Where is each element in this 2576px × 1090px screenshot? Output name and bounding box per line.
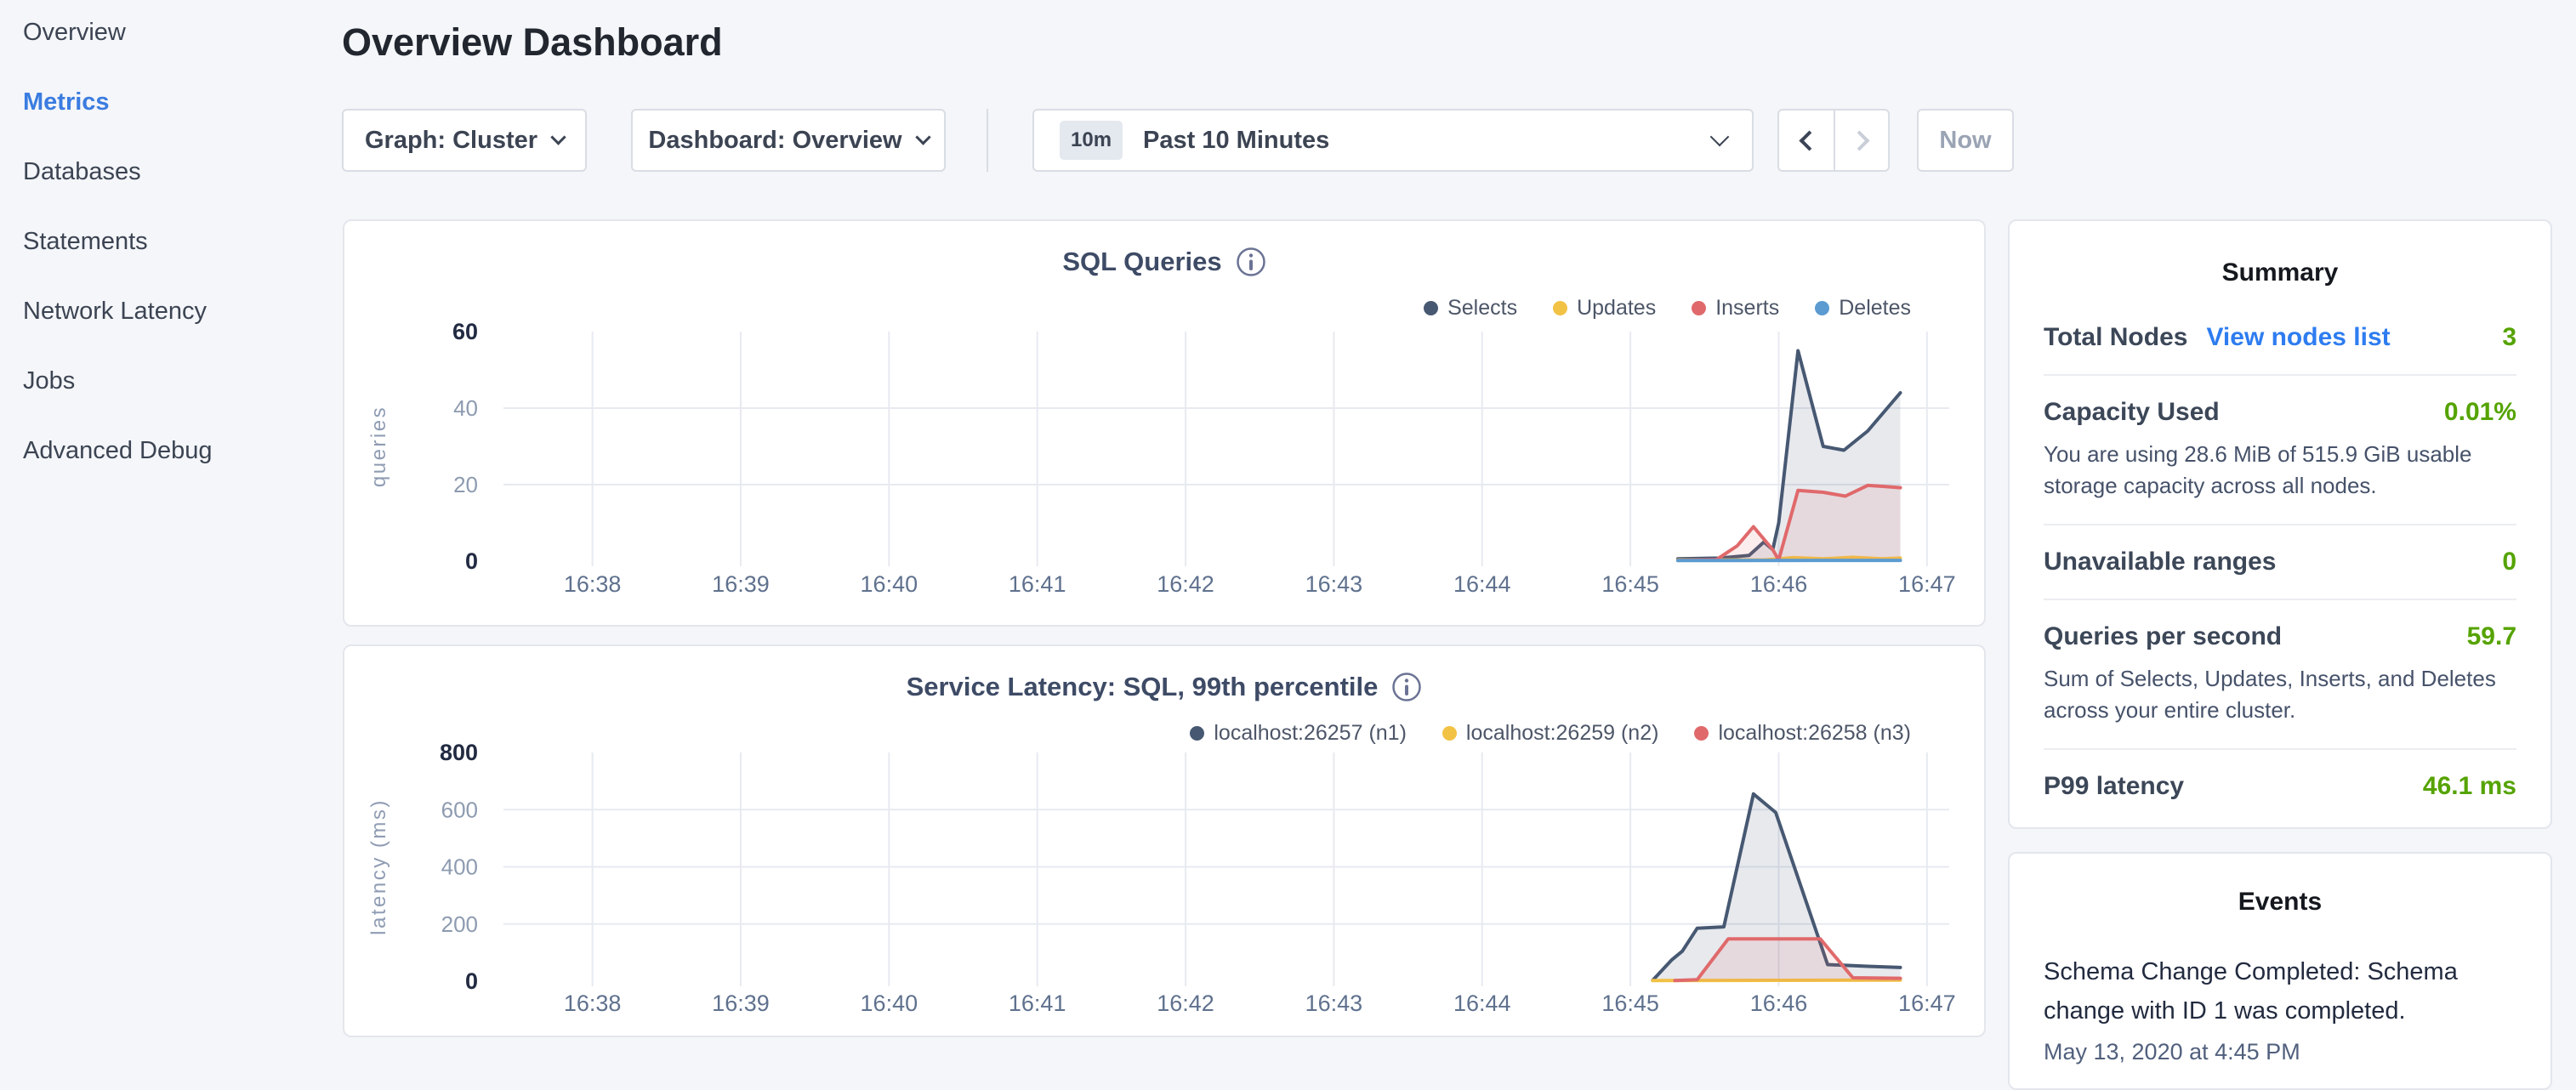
- x-tick-label: 16:42: [1157, 991, 1214, 1016]
- sidebar-item-overview[interactable]: Overview: [23, 17, 329, 48]
- x-tick-label: 16:39: [712, 571, 770, 597]
- y-tick-label: 60: [452, 319, 478, 344]
- sidebar-item-jobs[interactable]: Jobs: [23, 366, 329, 396]
- time-range-badge: 10m: [1060, 121, 1123, 160]
- summary-row: Total Nodes View nodes list 3: [2044, 323, 2516, 352]
- summary-row-value: 3: [2502, 323, 2516, 352]
- y-axis-label: queries: [367, 406, 390, 487]
- y-tick-label: 40: [453, 395, 478, 421]
- x-tick-label: 16:43: [1305, 991, 1363, 1016]
- summary-row: P99 latency 46.1 ms: [2044, 772, 2516, 801]
- x-tick-label: 16:44: [1453, 991, 1511, 1016]
- time-step-group: [1777, 109, 1890, 172]
- summary-row-label: Unavailable ranges: [2044, 548, 2276, 576]
- next-time-button[interactable]: [1834, 111, 1888, 170]
- sql-queries-panel: SQL Queries SelectsUpdatesInsertsDeletes…: [343, 219, 1986, 627]
- y-axis-label: latency (ms): [367, 798, 390, 935]
- x-tick-label: 16:39: [712, 991, 770, 1016]
- dashboard-dropdown[interactable]: Dashboard: Overview: [631, 109, 946, 172]
- sidebar-item-advanced-debug[interactable]: Advanced Debug: [23, 435, 329, 466]
- x-tick-label: 16:41: [1009, 571, 1066, 597]
- x-tick-label: 16:38: [564, 991, 622, 1016]
- x-tick-label: 16:45: [1601, 571, 1659, 597]
- event-text: Schema Change Completed: Schema change w…: [2044, 952, 2486, 1030]
- divider: [2044, 748, 2516, 750]
- summary-rows: Total Nodes View nodes list 3 Capacity Used…: [2044, 323, 2516, 801]
- y-tick-label: 0: [465, 968, 478, 994]
- chevron-down-icon: [1710, 128, 1730, 147]
- x-tick-label: 16:47: [1898, 571, 1956, 597]
- divider: [2044, 374, 2516, 376]
- y-tick-label: 600: [441, 797, 478, 822]
- x-tick-label: 16:46: [1750, 991, 1808, 1016]
- x-tick-label: 16:40: [861, 991, 918, 1016]
- x-tick-label: 16:41: [1009, 991, 1066, 1016]
- chevron-left-icon: [1799, 130, 1819, 150]
- service-latency-panel: Service Latency: SQL, 99th percentile lo…: [343, 644, 1986, 1037]
- summary-row-value: 46.1 ms: [2423, 772, 2516, 801]
- y-tick-label: 400: [441, 854, 478, 880]
- chevron-down-icon: [550, 129, 566, 145]
- y-tick-label: 20: [453, 472, 478, 497]
- sidebar-item-statements[interactable]: Statements: [23, 226, 329, 257]
- event-item[interactable]: Schema Change Completed: Schema change w…: [2044, 952, 2516, 1065]
- x-tick-label: 16:46: [1750, 571, 1808, 597]
- controls-divider: [987, 109, 988, 172]
- service-latency-chart[interactable]: 16:38 16:39 16:40 16:41 16:42 16:43 16:44 16:45…: [344, 646, 1984, 1036]
- time-range-dropdown[interactable]: 10m Past 10 Minutes: [1032, 109, 1754, 172]
- summary-row: Capacity Used 0.01%: [2044, 398, 2516, 427]
- chevron-right-icon: [1849, 130, 1869, 150]
- divider: [2044, 524, 2516, 525]
- time-range-label: Past 10 Minutes: [1143, 127, 1329, 155]
- sidebar-item-metrics[interactable]: Metrics: [23, 87, 329, 117]
- chevron-down-icon: [915, 129, 930, 145]
- event-timestamp: May 13, 2020 at 4:45 PM: [2044, 1039, 2516, 1065]
- prev-time-button[interactable]: [1779, 111, 1834, 170]
- y-tick-label: 800: [440, 740, 478, 765]
- summary-row: Unavailable ranges 0: [2044, 548, 2516, 576]
- graph-dropdown[interactable]: Graph: Cluster: [342, 109, 587, 172]
- summary-title: Summary: [2044, 258, 2516, 287]
- now-button[interactable]: Now: [1917, 109, 2014, 172]
- summary-row-label: Capacity Used: [2044, 398, 2220, 427]
- x-tick-label: 16:42: [1157, 571, 1214, 597]
- summary-row-subtext: Sum of Selects, Updates, Inserts, and De…: [2044, 663, 2516, 726]
- sidebar-item-network-latency[interactable]: Network Latency: [23, 296, 329, 326]
- page-title: Overview Dashboard: [342, 20, 723, 65]
- sidebar-item-databases[interactable]: Databases: [23, 156, 329, 187]
- x-tick-label: 16:43: [1305, 571, 1363, 597]
- x-tick-label: 16:40: [861, 571, 918, 597]
- summary-row: Queries per second 59.7: [2044, 622, 2516, 651]
- summary-row-value: 0.01%: [2444, 398, 2516, 427]
- x-tick-label: 16:44: [1453, 571, 1511, 597]
- summary-row-subtext: You are using 28.6 MiB of 515.9 GiB usab…: [2044, 439, 2516, 502]
- graph-dropdown-label: Graph: Cluster: [365, 127, 537, 155]
- dashboard-dropdown-label: Dashboard: Overview: [648, 127, 901, 155]
- x-tick-label: 16:45: [1601, 991, 1659, 1016]
- sql-queries-chart[interactable]: 16:38 16:39 16:40 16:41 16:42 16:43 16:44 16:45…: [344, 221, 1984, 625]
- summary-row-label: Queries per second: [2044, 622, 2282, 651]
- divider: [2044, 599, 2516, 600]
- y-tick-label: 0: [465, 548, 478, 574]
- events-list: Schema Change Completed: Schema change w…: [2044, 952, 2516, 1065]
- x-tick-label: 16:47: [1898, 991, 1956, 1016]
- summary-row-label: Total Nodes: [2044, 323, 2187, 352]
- events-panel: Events Schema Change Completed: Schema c…: [2008, 852, 2552, 1090]
- summary-row-value: 0: [2502, 548, 2516, 576]
- sidebar-nav: Overview Metrics Databases Statements Networ…: [23, 17, 329, 505]
- y-tick-label: 200: [441, 911, 478, 937]
- summary-row-label: P99 latency: [2044, 772, 2184, 801]
- events-title: Events: [2044, 888, 2516, 917]
- view-nodes-link[interactable]: View nodes list: [2206, 323, 2390, 352]
- summary-panel: Summary Total Nodes View nodes list 3 Capac…: [2008, 219, 2552, 829]
- summary-row-value: 59.7: [2467, 622, 2516, 651]
- x-tick-label: 16:38: [564, 571, 622, 597]
